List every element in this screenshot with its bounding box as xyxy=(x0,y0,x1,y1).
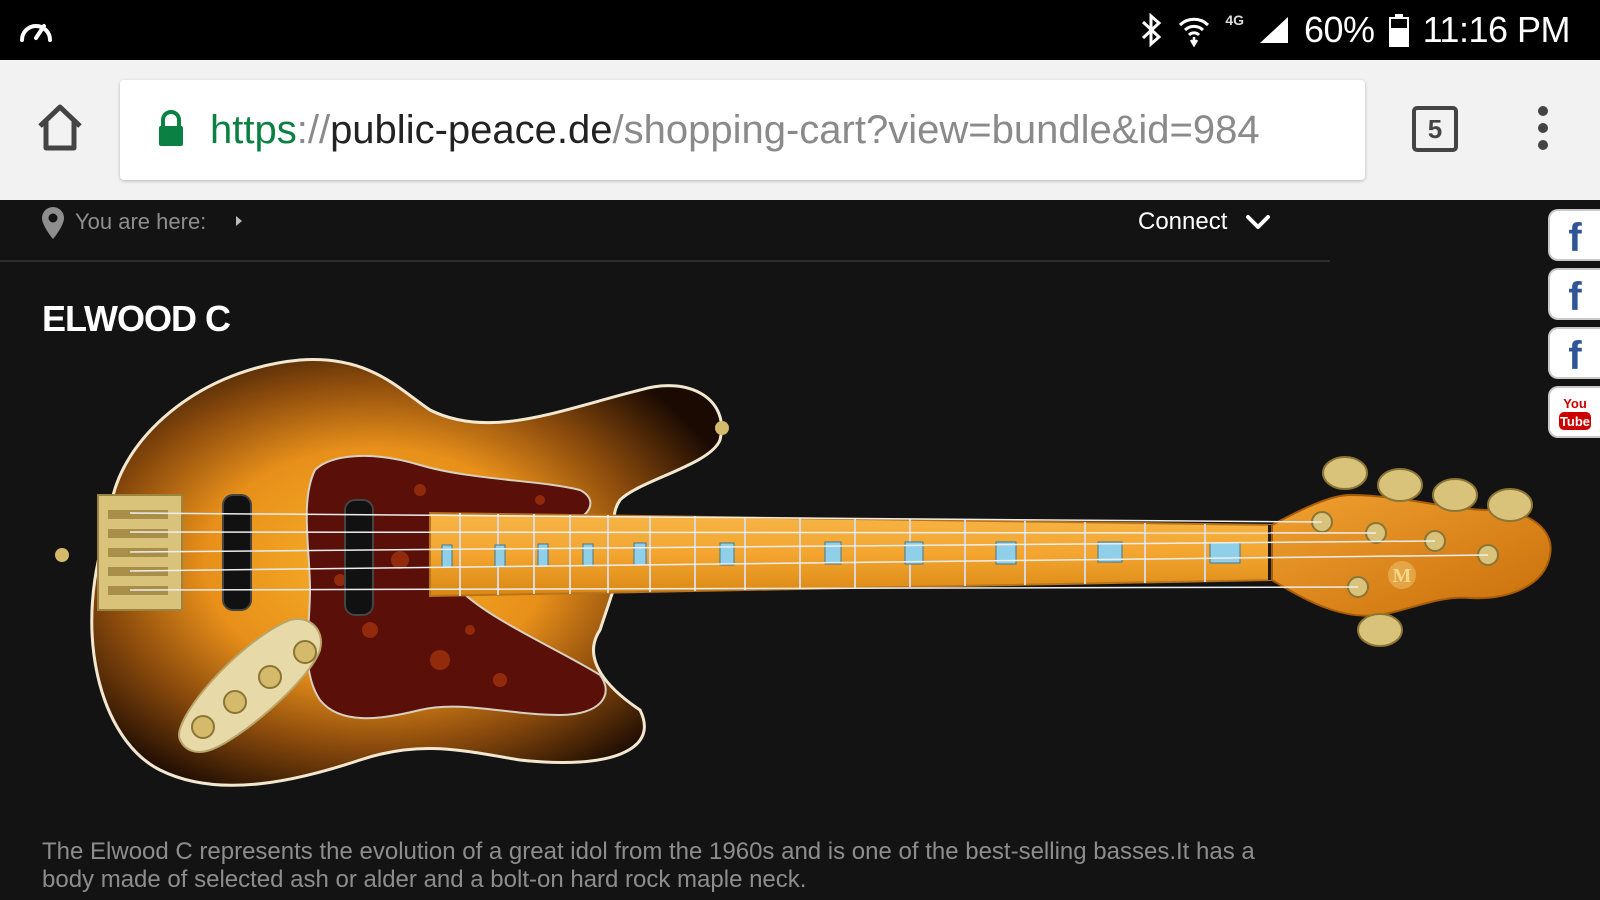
neck-pickup xyxy=(344,499,374,616)
product-description: The Elwood C represents the evolution of… xyxy=(42,838,1255,893)
url-separator: :// xyxy=(296,108,331,152)
network-type: 4G xyxy=(1225,12,1245,28)
signal-icon xyxy=(1260,17,1289,43)
caret-right-icon xyxy=(236,216,242,226)
page-content: You are here: Connect f f f You Tube ELW… xyxy=(0,200,1600,900)
svg-text:M: M xyxy=(1393,565,1412,587)
url-host: public-peace.de xyxy=(330,108,613,152)
browser-toolbar: https://public-peace.de/shopping-cart?vi… xyxy=(0,60,1600,200)
wifi-icon xyxy=(1179,17,1210,47)
url-bar[interactable]: https://public-peace.de/shopping-cart?vi… xyxy=(120,80,1365,180)
chevron-down-icon xyxy=(1246,215,1271,229)
clock: 11:16 PM xyxy=(1422,9,1571,50)
facebook-icon: f xyxy=(1568,275,1582,319)
battery-icon xyxy=(1388,14,1409,47)
facebook-button[interactable]: f xyxy=(1548,268,1600,320)
lock-icon xyxy=(159,110,183,146)
facebook-button[interactable]: f xyxy=(1548,209,1600,261)
connect-label: Connect xyxy=(1138,208,1228,235)
product-image: M xyxy=(55,358,1552,787)
breadcrumb-label: You are here: xyxy=(75,209,207,234)
bridge-pickup xyxy=(222,494,252,611)
more-vert-icon[interactable] xyxy=(1530,106,1556,152)
location-pin-icon xyxy=(42,207,64,239)
battery-level: 60% xyxy=(1304,9,1375,50)
url-scheme: https xyxy=(210,108,297,152)
breadcrumb: You are here: Connect xyxy=(0,200,1330,262)
speedometer-icon xyxy=(20,24,52,42)
status-bar: 4G 60% 11:16 PM xyxy=(0,0,1600,60)
bluetooth-icon xyxy=(1142,13,1162,47)
connect-dropdown[interactable]: Connect xyxy=(1138,208,1271,236)
facebook-icon: f xyxy=(1568,216,1582,260)
home-icon[interactable] xyxy=(34,102,86,154)
url-text[interactable]: https://public-peace.de/shopping-cart?vi… xyxy=(210,102,1260,158)
url-path: /shopping-cart?view=bundle&id=984 xyxy=(612,108,1260,152)
tab-switcher-button[interactable]: 5 xyxy=(1412,106,1458,152)
